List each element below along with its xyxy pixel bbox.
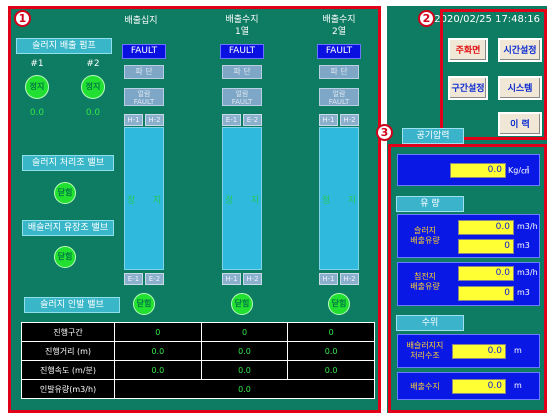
level2-value: 0.0 — [452, 379, 506, 394]
settle-flow-total-unit: m3 — [517, 288, 530, 297]
table-cell: 0.0 — [287, 341, 375, 361]
col2-fault-indicator: FAULT — [220, 44, 264, 59]
header-col-3-line1: 배출수지 — [322, 15, 356, 25]
table-cell: 0 — [114, 322, 202, 342]
sludge-flow-rate-value: 0.0 — [458, 220, 514, 235]
table-row: 인발유량(m3/h) 0.0 — [21, 379, 375, 399]
table-cell: 0 — [200, 322, 289, 342]
level2-label: 배출수지 — [410, 382, 440, 391]
col1-lower-limit-left: E-1 — [124, 273, 143, 285]
sludge-flow-total-unit: m3 — [517, 241, 530, 250]
col3-tank-label-right: 지 — [347, 196, 357, 206]
sludge-flow-label: 슬러지 배출유량 — [410, 226, 440, 245]
table-cell-total: 0.0 — [114, 379, 375, 399]
progress-table: 진행구간 0 0 0 진행거리 (m) 0.0 0.0 0.0 진행속도 (m/… — [21, 322, 375, 399]
table-cell: 0.0 — [200, 360, 289, 380]
table-row-label: 진행거리 (m) — [21, 341, 115, 361]
col1-break-button[interactable]: 파 단 — [124, 65, 164, 79]
badge-2: 2 — [418, 10, 435, 27]
settle-flow-label: 침전지 배출유량 — [410, 272, 440, 291]
col1-upper-limit-left: H-1 — [124, 114, 143, 126]
section-setting-button[interactable]: 구간설정 — [448, 76, 488, 100]
settle-flow-total-value: 0 — [458, 286, 514, 301]
air-pressure-unit: Kg/㎠ — [508, 166, 530, 175]
settle-flow-rate-unit: m3/h — [517, 268, 538, 277]
header-col-2-line2: 1열 — [234, 27, 249, 37]
time-setting-button[interactable]: 시간설정 — [498, 38, 542, 62]
col1-tank-label-left: 정 — [126, 196, 136, 206]
sludge-flow-total-value: 0 — [458, 239, 514, 254]
air-pressure-value: 0.0 — [450, 163, 506, 178]
col3-lower-limit-right: H-2 — [340, 273, 359, 285]
level1-value: 0.0 — [452, 344, 506, 359]
table-cell: 0.0 — [114, 360, 202, 380]
col2-alarm-button[interactable]: 얼람 FAULT — [222, 88, 262, 106]
level1-unit: m — [514, 346, 522, 355]
table-cell: 0.0 — [200, 341, 289, 361]
drain-valve-label: 배슬러지 유장조 밸브 — [22, 220, 114, 236]
level1-label: 배슬러지지 처리수조 — [406, 341, 444, 360]
table-row: 진행거리 (m) 0.0 0.0 0.0 — [21, 341, 375, 361]
col1-upper-limit-right: H-2 — [145, 114, 164, 126]
table-row-label: 인발유량(m3/h) — [21, 379, 115, 399]
air-pressure-label: 공기압력 — [402, 128, 464, 144]
col2-upper-limit-right: E-2 — [243, 114, 262, 126]
col3-upper-limit-left: H-1 — [319, 114, 338, 126]
pump-1-value: 0.0 — [29, 108, 45, 118]
col3-lower-limit-left: H-1 — [319, 273, 338, 285]
level2-unit: m — [514, 381, 522, 390]
col1-lead-valve-lamp[interactable]: 닫힘 — [133, 293, 155, 315]
col2-tank-label-right: 지 — [250, 196, 260, 206]
pump-2-status-lamp[interactable]: 정지 — [81, 75, 105, 99]
header-col-2-line1: 배출수지 — [225, 15, 259, 25]
pump-2-value: 0.0 — [85, 108, 101, 118]
badge-3: 3 — [376, 124, 393, 141]
badge-1: 1 — [14, 10, 31, 27]
col2-lower-limit-left: H-1 — [222, 273, 241, 285]
col1-tank-label-right: 지 — [152, 196, 162, 206]
sludge-flow-rate-unit: m3/h — [517, 222, 538, 231]
table-row: 진행속도 (m/분) 0.0 0.0 0.0 — [21, 360, 375, 380]
pump-1-status-lamp[interactable]: 정지 — [25, 75, 49, 99]
table-cell: 0 — [287, 322, 375, 342]
table-row-label: 진행구간 — [21, 322, 115, 342]
col3-upper-limit-right: H-2 — [340, 114, 359, 126]
system-button[interactable]: 시스템 — [498, 76, 542, 100]
col3-alarm-button[interactable]: 얼람 FAULT — [319, 88, 359, 106]
col3-break-button[interactable]: 파 단 — [319, 65, 359, 79]
treat-valve-label: 슬러지 처리조 밸브 — [22, 155, 114, 171]
col1-alarm-button[interactable]: 얼람 FAULT — [124, 88, 164, 106]
main-screen-button[interactable]: 주화면 — [448, 38, 488, 62]
drain-valve-lamp[interactable]: 닫힘 — [54, 246, 76, 268]
lead-valve-label: 슬러지 인발 밸브 — [24, 297, 120, 313]
header-col-1: 배출십지 — [124, 16, 158, 26]
pump-1-tag: #1 — [30, 59, 44, 69]
col2-lower-limit-right: H-2 — [243, 273, 262, 285]
scada-screen: 1 배출십지 배출수지 1열 배출수지 2열 슬러지 배출 펌프 #1 #2 정… — [0, 0, 553, 419]
table-cell: 0.0 — [287, 360, 375, 380]
pump-title-label: 슬러지 배출 펌프 — [16, 38, 112, 54]
settle-flow-rate-value: 0.0 — [458, 266, 514, 281]
col3-fault-indicator: FAULT — [317, 44, 361, 59]
table-cell: 0.0 — [114, 341, 202, 361]
pump-2-tag: #2 — [86, 59, 100, 69]
col2-tank-label-left: 정 — [224, 196, 234, 206]
header-col-3-line2: 2열 — [331, 27, 346, 37]
flow-section-label: 유 량 — [396, 196, 464, 212]
col2-break-button[interactable]: 파 단 — [222, 65, 262, 79]
col2-upper-limit-left: E-1 — [222, 114, 241, 126]
treat-valve-lamp[interactable]: 닫힘 — [54, 182, 76, 204]
col1-fault-indicator: FAULT — [122, 44, 166, 59]
col2-lead-valve-lamp[interactable]: 닫힘 — [231, 293, 253, 315]
col3-lead-valve-lamp[interactable]: 닫힘 — [328, 293, 350, 315]
table-row: 진행구간 0 0 0 — [21, 322, 375, 342]
history-button[interactable]: 이 력 — [498, 112, 542, 136]
level-section-label: 수위 — [396, 315, 464, 331]
col1-lower-limit-right: E-2 — [145, 273, 164, 285]
col3-tank-label-left: 정 — [321, 196, 331, 206]
table-row-label: 진행속도 (m/분) — [21, 360, 115, 380]
